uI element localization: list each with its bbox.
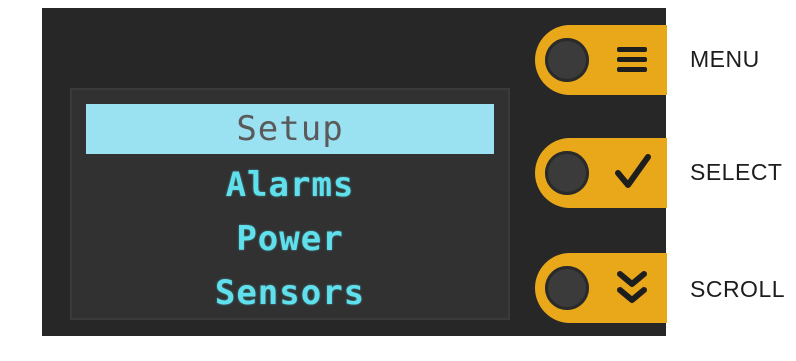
select-knob [545,151,589,195]
scroll-button[interactable] [535,253,667,323]
scroll-knob [545,266,589,310]
menu-item-alarms[interactable]: Alarms [86,160,494,210]
scroll-label: SCROLL [690,276,786,302]
checkmark-icon [615,154,651,188]
lcd-screen: Setup Alarms Power Sensors [70,88,510,320]
menu-button[interactable] [535,25,667,95]
menu-knob [545,38,589,82]
menu-item-power[interactable]: Power [86,214,494,264]
double-chevron-down-icon [617,271,647,303]
menu-label: MENU [690,46,760,72]
select-button[interactable] [535,138,667,208]
select-label: SELECT [690,159,783,185]
menu-item-setup[interactable]: Setup [86,104,494,154]
menu-item-sensors[interactable]: Sensors [86,268,494,318]
hamburger-icon [617,47,647,72]
